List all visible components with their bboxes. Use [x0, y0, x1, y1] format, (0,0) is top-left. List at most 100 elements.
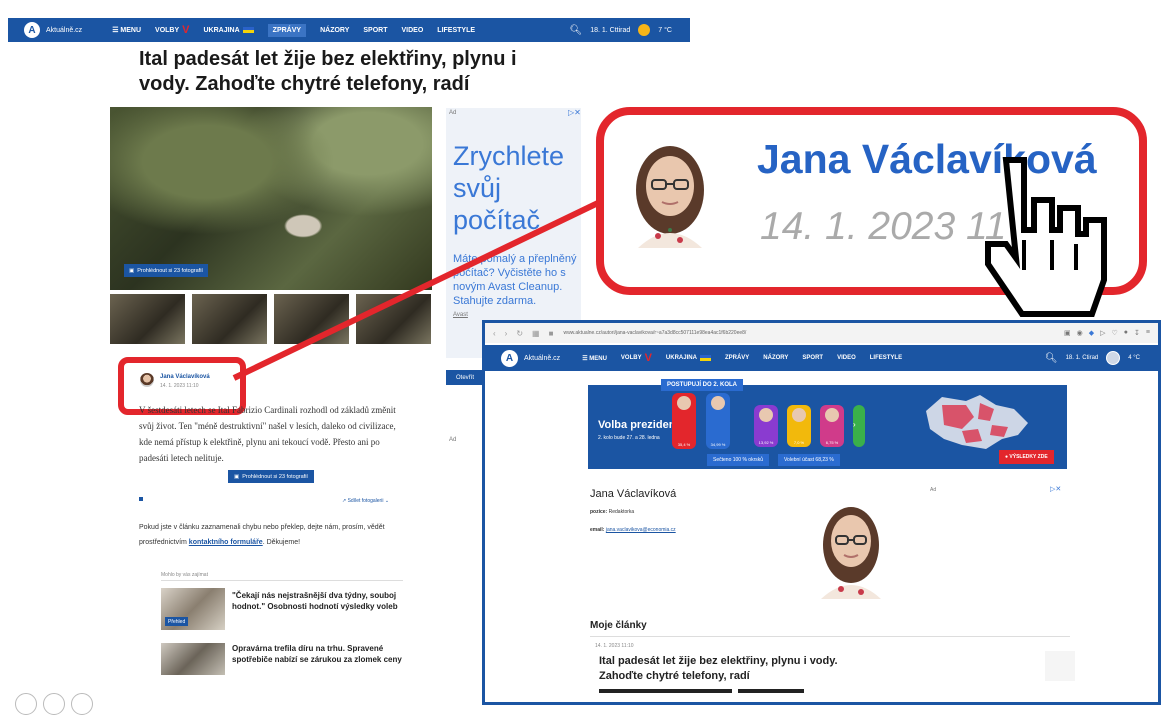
nav-ukrajina[interactable]: UKRAJINA — [204, 27, 254, 34]
nav-zpravy[interactable]: ZPRÁVY — [725, 355, 749, 361]
lock-icon: ■ — [548, 328, 554, 338]
candidate-photo — [759, 408, 773, 422]
shield-icon[interactable]: ◆ — [1089, 329, 1094, 337]
counted-pill: Sečteno 100 % okrsků — [707, 454, 770, 466]
divider — [161, 580, 403, 581]
nav-right: 🔍︎ 18. 1. Cttirad 7 °C — [570, 24, 672, 36]
menu-button[interactable]: ☰ MENU — [582, 355, 607, 362]
camera-icon[interactable]: ◉ — [1077, 329, 1083, 337]
nav-volby-label: VOLBY — [620, 355, 642, 361]
download-icon[interactable]: ↧ — [1134, 329, 1140, 337]
nav-video[interactable]: VIDEO — [402, 27, 424, 34]
candidate-photo — [711, 396, 725, 410]
ad-open-button[interactable]: Otevřít — [446, 370, 484, 385]
next-arrow-icon[interactable]: › — [853, 420, 856, 429]
play-icon[interactable]: ▷ — [1100, 329, 1105, 337]
ad-label-secondary: Ad — [449, 437, 457, 443]
bottom-controls — [15, 693, 93, 715]
error-text-end: . Děkujeme! — [262, 539, 301, 546]
ukraine-flag-icon — [699, 355, 711, 361]
browser-buttons: ‹ › ↻ ▦ ■ — [493, 329, 553, 338]
nav-video[interactable]: VIDEO — [837, 355, 856, 361]
cloud-weather-icon — [1106, 351, 1121, 365]
candidate-photo — [677, 396, 691, 410]
gallery-thumbnail[interactable] — [274, 294, 349, 344]
menu-button[interactable]: ☰ MENU — [112, 26, 141, 34]
nav-zpravy[interactable]: ZPRÁVY — [267, 23, 307, 37]
nav-ukrajina[interactable]: UKRAJINA — [666, 355, 711, 361]
author-avatar[interactable] — [140, 373, 154, 387]
nav-sport[interactable]: SPORT — [363, 27, 387, 34]
author-portrait-zoomed — [636, 146, 704, 248]
overview-tag: Přehled — [165, 617, 189, 626]
nav-sport[interactable]: SPORT — [802, 355, 823, 361]
banner-subtitle: 2. kolo bude 27. a 28. ledna — [598, 435, 660, 441]
recommended-link[interactable]: "Čekají nás nejstrašnější dva týdny, sou… — [232, 590, 407, 612]
nav-lifestyle[interactable]: LIFESTYLE — [870, 355, 902, 361]
accessibility-icon[interactable] — [43, 693, 65, 715]
article-main-photo[interactable] — [110, 107, 432, 290]
reload-icon[interactable]: ↻ — [516, 329, 523, 338]
print-icon[interactable] — [15, 693, 37, 715]
aktualne-logo-icon[interactable]: A — [501, 349, 518, 367]
nav-nazory[interactable]: NÁZORY — [763, 355, 788, 361]
nameday-date: 18. 1. Cttirad — [590, 26, 631, 34]
profile-icon[interactable]: ● — [1124, 329, 1128, 337]
author-name-link[interactable]: Jana Václavíková — [160, 374, 210, 380]
article-thumbnail[interactable] — [1045, 651, 1075, 681]
ad-brand[interactable]: Avast — [453, 312, 468, 318]
view-photos-button[interactable]: ▣ Prohlédnout si 23 fotografií — [124, 264, 208, 277]
ukraine-flag-icon — [242, 27, 254, 33]
nav-nazory[interactable]: NÁZORY — [320, 27, 349, 34]
back-icon[interactable]: ‹ — [493, 329, 496, 338]
screenshot-icon[interactable]: ▣ — [1064, 329, 1071, 337]
article-link[interactable]: Ital padesát let žije bez elektřiny, ply… — [599, 654, 879, 684]
nav-volby[interactable]: VOLBY V — [155, 24, 189, 36]
candidate-card[interactable]: 7,0 % — [787, 405, 811, 447]
gallery-thumbnail[interactable] — [192, 294, 267, 344]
aktualne-logo-icon[interactable]: A — [24, 22, 40, 38]
tabs-icon[interactable]: ▦ — [532, 329, 540, 338]
logo-text[interactable]: Aktuálně.cz — [524, 355, 560, 362]
recommended-link[interactable]: Opravárna trefila díru na trhu. Spravené… — [232, 643, 407, 665]
ad-body[interactable]: Máte pomalý a přeplněný počítač? Vyčistě… — [453, 252, 578, 308]
ad-choices-icon[interactable]: ▷✕ — [568, 108, 581, 117]
email-label: email: — [590, 527, 605, 533]
ad-headline[interactable]: Zrychlete svůj počítač — [453, 140, 578, 236]
candidate-card[interactable]: 35,4 % — [672, 393, 696, 449]
share-gallery-link[interactable]: ↗ Sdílet fotogalerii ⌄ — [342, 498, 389, 504]
address-bar[interactable]: www.aktualne.cz/autori/jana-vaclavikova/… — [563, 330, 746, 336]
results-button[interactable]: ● VÝSLEDKY ZDE — [999, 450, 1054, 464]
ad-choices-icon[interactable]: ▷✕ — [1050, 485, 1061, 493]
candidate-photo — [825, 408, 839, 422]
sun-weather-icon — [638, 24, 651, 36]
gallery-thumbnail[interactable] — [356, 294, 431, 344]
candidate-card[interactable]: 13,92 % — [754, 405, 778, 447]
logo-text[interactable]: Aktuálně.cz — [46, 27, 82, 34]
divider — [590, 636, 1070, 637]
email-link[interactable]: jana.vaclavikova@economia.cz — [606, 527, 676, 533]
czech-map[interactable] — [922, 391, 1032, 453]
nav-lifestyle[interactable]: LIFESTYLE — [437, 27, 475, 34]
recommended-image[interactable] — [161, 643, 225, 675]
menu-icon[interactable]: ≡ — [1146, 329, 1150, 337]
contact-form-link[interactable]: kontaktního formuláře — [189, 539, 263, 546]
article-image-strip — [738, 689, 804, 693]
search-icon[interactable]: 🔍︎ — [570, 25, 583, 36]
nav-volby[interactable]: VOLBY V — [621, 352, 652, 364]
article-date: 14. 1. 2023 11:10 — [595, 643, 634, 649]
candidate-card[interactable]: 34,99 % — [706, 393, 730, 449]
search-icon[interactable]: 🔍︎ — [1045, 353, 1058, 364]
ad-label: Ad — [930, 487, 937, 493]
gallery-thumbnail[interactable] — [110, 294, 185, 344]
volby-v-icon: V — [182, 24, 190, 36]
more-icon[interactable] — [71, 693, 93, 715]
forward-icon[interactable]: › — [505, 329, 508, 338]
nav-right: 🔍︎ 18. 1. Ctirad 4 °C — [1045, 351, 1140, 365]
candidate-card[interactable]: 6,75 % — [820, 405, 844, 447]
view-gallery-button[interactable]: ▣ Prohlédnout si 23 fotografií — [228, 470, 314, 483]
gallery-dot — [139, 497, 143, 501]
heart-icon[interactable]: ♡ — [1112, 329, 1118, 337]
view-photos-label: Prohlédnout si 23 fotografií — [137, 267, 203, 274]
article-headline: Ital padesát let žije bez elektřiny, ply… — [139, 48, 517, 95]
